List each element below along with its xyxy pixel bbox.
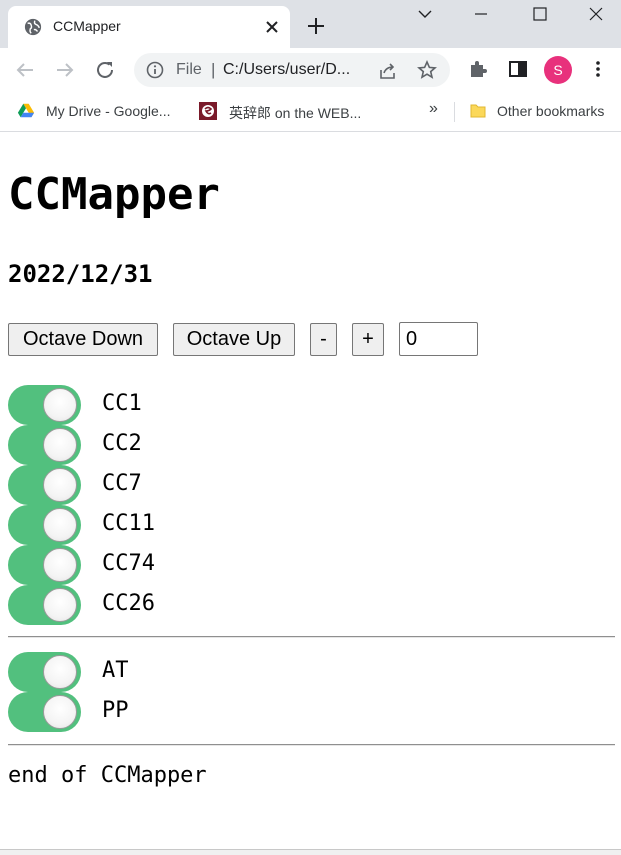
side-panel-icon[interactable]: [507, 58, 529, 80]
minimize-icon[interactable]: [470, 4, 492, 24]
window-close-icon[interactable]: [585, 4, 607, 24]
close-icon[interactable]: [262, 17, 282, 37]
toggle-label: CC26: [102, 591, 155, 616]
toggle-switch[interactable]: [8, 505, 81, 545]
toggle-row-at: AT: [8, 652, 408, 692]
page-date: 2022/12/31: [8, 260, 153, 288]
toggle-row-cc2: CC2: [8, 425, 408, 465]
bookmark-star-icon[interactable]: [417, 60, 437, 80]
toggle-switch[interactable]: [8, 692, 81, 732]
toggle-knob: [43, 388, 77, 422]
maximize-icon[interactable]: [529, 4, 551, 24]
minus-button[interactable]: -: [310, 323, 337, 356]
new-tab-icon[interactable]: [306, 16, 326, 36]
toggle-label: CC2: [102, 431, 142, 456]
url-text[interactable]: C:/Users/user/D...: [223, 61, 350, 79]
tab-title: CCMapper: [53, 18, 121, 34]
reload-icon[interactable]: [93, 58, 117, 82]
octave-down-button[interactable]: Octave Down: [8, 323, 158, 356]
toggle-row-cc26: CC26: [8, 585, 408, 625]
page-content: CCMapper 2022/12/31 Octave Down Octave U…: [0, 133, 621, 849]
forward-arrow-icon[interactable]: [53, 58, 77, 82]
address-bar[interactable]: File | C:/Users/user/D...: [134, 53, 450, 87]
folder-icon: [470, 104, 486, 118]
octave-value-input[interactable]: [399, 322, 478, 356]
plus-button[interactable]: +: [352, 323, 384, 356]
share-icon[interactable]: [378, 61, 398, 81]
toggle-label: CC11: [102, 511, 155, 536]
profile-avatar[interactable]: S: [544, 56, 572, 84]
toggle-label: PP: [102, 698, 129, 723]
bookmarks-overflow-button[interactable]: »: [429, 100, 438, 118]
section-divider: [8, 636, 615, 638]
tab-strip: CCMapper: [0, 0, 621, 48]
back-arrow-icon[interactable]: [13, 58, 37, 82]
toggle-switch[interactable]: [8, 385, 81, 425]
octave-up-button[interactable]: Octave Up: [173, 323, 295, 356]
toggle-switch[interactable]: [8, 425, 81, 465]
more-vert-icon[interactable]: [587, 58, 609, 80]
toggle-switch[interactable]: [8, 585, 81, 625]
browser-toolbar: File | C:/Users/user/D... S: [0, 48, 621, 92]
bookmark-eijiro[interactable]: 英辞郎 on the WEB...: [229, 103, 361, 123]
toggle-knob: [43, 468, 77, 502]
toggle-knob: [43, 548, 77, 582]
toggle-row-pp: PP: [8, 692, 408, 732]
toggle-label: CC1: [102, 391, 142, 416]
footer-text: end of CCMapper: [8, 763, 207, 788]
bookmarks-divider: [454, 102, 455, 122]
section-divider: [8, 744, 615, 746]
toggle-knob: [43, 508, 77, 542]
extensions-puzzle-icon[interactable]: [467, 58, 489, 80]
eijiro-icon: [199, 102, 217, 120]
toggle-label: CC74: [102, 551, 155, 576]
toggle-row-cc74: CC74: [8, 545, 408, 585]
browser-tab[interactable]: CCMapper: [8, 6, 290, 48]
chevron-down-icon[interactable]: [414, 4, 436, 24]
toggle-row-cc11: CC11: [8, 505, 408, 545]
toggle-row-cc1: CC1: [8, 385, 408, 425]
toggle-knob: [43, 655, 77, 689]
bookmarks-bar: My Drive - Google... 英辞郎 on the WEB... »…: [0, 92, 621, 132]
toggle-row-cc7: CC7: [8, 465, 408, 505]
other-bookmarks[interactable]: Other bookmarks: [497, 103, 604, 119]
url-separator: |: [211, 60, 216, 79]
toggle-switch[interactable]: [8, 545, 81, 585]
toggle-knob: [43, 588, 77, 622]
google-drive-icon: [17, 103, 35, 118]
bookmark-my-drive[interactable]: My Drive - Google...: [46, 103, 170, 119]
globe-icon: [24, 18, 42, 36]
toggle-switch[interactable]: [8, 652, 81, 692]
toggle-knob: [43, 695, 77, 729]
info-icon[interactable]: [146, 61, 164, 79]
toggle-label: CC7: [102, 471, 142, 496]
toggle-knob: [43, 428, 77, 462]
page-title: CCMapper: [8, 169, 220, 220]
toggle-switch[interactable]: [8, 465, 81, 505]
window-bottom-edge: [0, 849, 621, 855]
url-scheme-label: File: [176, 61, 202, 78]
toggle-label: AT: [102, 658, 129, 683]
